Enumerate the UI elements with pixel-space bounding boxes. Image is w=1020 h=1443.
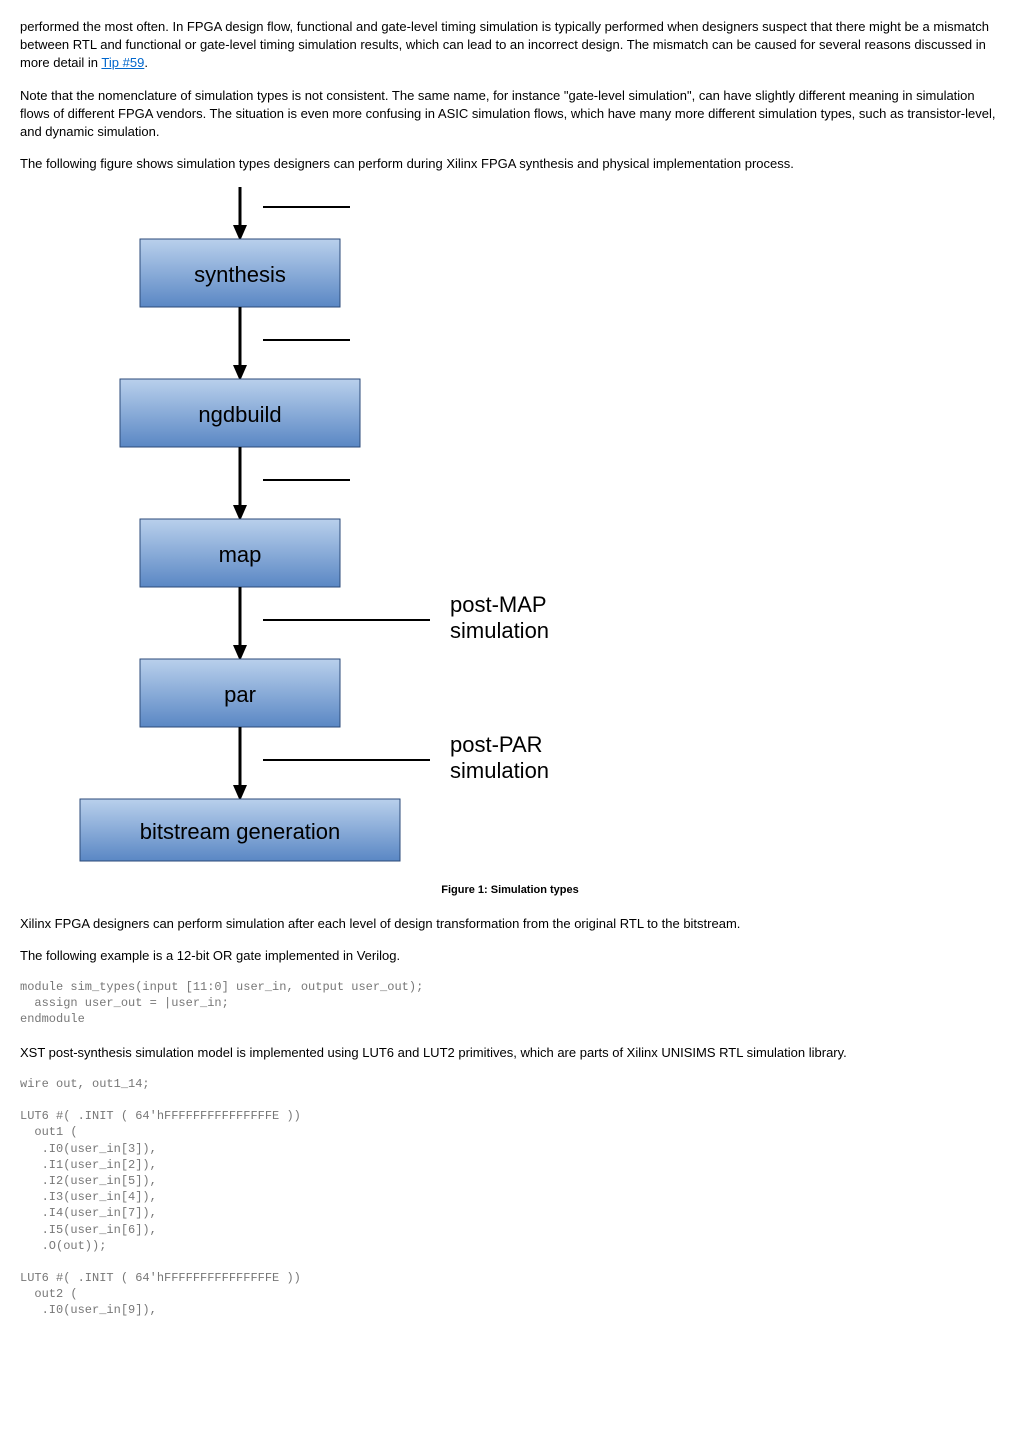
paragraph-2: Note that the nomenclature of simulation… [20,87,1000,142]
label-post-par: post-PAR simulation [450,732,549,783]
paragraph-3: The following figure shows simulation ty… [20,155,1000,173]
figure-1: synthesis ngdbuild map post-MAP simulati… [20,187,1000,867]
box-ngdbuild: ngdbuild [198,402,281,427]
paragraph-1: performed the most often. In FPGA design… [20,18,1000,73]
paragraph-4: Xilinx FPGA designers can perform simula… [20,915,1000,933]
label-post-map: post-MAP simulation [450,592,552,643]
code-block-2: wire out, out1_14; LUT6 #( .INIT ( 64'hF… [20,1076,1000,1319]
box-par: par [224,682,256,707]
paragraph-1-text-b: . [144,55,148,70]
paragraph-5: The following example is a 12-bit OR gat… [20,947,1000,965]
box-bitstream: bitstream generation [140,819,341,844]
figure-caption: Figure 1: Simulation types [20,883,1000,898]
simulation-types-diagram: synthesis ngdbuild map post-MAP simulati… [20,187,900,867]
paragraph-6: XST post-synthesis simulation model is i… [20,1044,1000,1062]
paragraph-1-text-a: performed the most often. In FPGA design… [20,19,989,70]
box-synthesis: synthesis [194,262,286,287]
box-map: map [219,542,262,567]
code-block-1: module sim_types(input [11:0] user_in, o… [20,979,1000,1028]
tip-link[interactable]: Tip #59 [101,55,144,70]
